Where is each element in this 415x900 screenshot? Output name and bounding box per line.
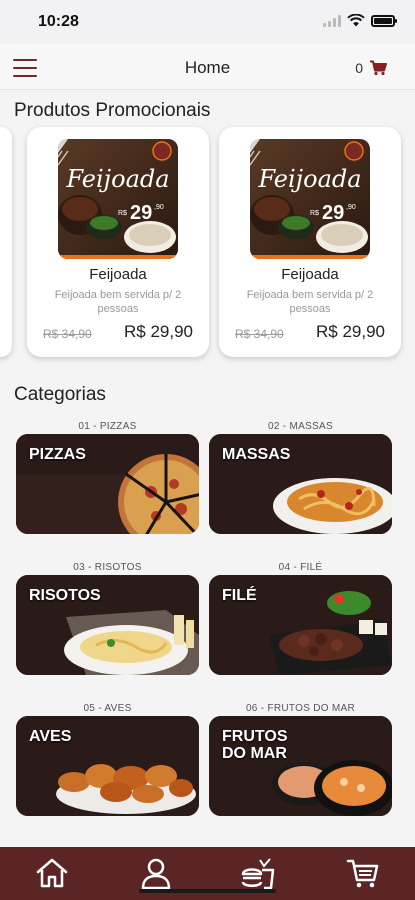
wifi-icon [347, 14, 365, 27]
category-tile: PIZZAS [16, 434, 199, 534]
banner-currency: R$ [118, 210, 127, 217]
promo-card[interactable]: Feijoada R$ 29 ,90 Feijoada Feijoada bem… [219, 127, 401, 357]
promo-image: Feijoada R$ 29 ,90 [58, 139, 178, 259]
category-aves[interactable]: 05 - AVES AVES [16, 703, 199, 816]
category-label: FILÉ [222, 587, 257, 604]
user-icon [141, 858, 171, 890]
banner-title: Feijoada [257, 165, 361, 193]
promo-price: R$ 29,90 [124, 322, 193, 341]
category-risotos[interactable]: 03 - RISOTOS RISOTOS [16, 562, 199, 675]
promo-description: Feijoada bem servida p/ 2 pessoas [54, 289, 182, 315]
category-massas[interactable]: 02 - MASSAS MASSAS [209, 421, 392, 534]
category-label: FRUTOS DO MAR [222, 728, 288, 762]
main-content[interactable]: Produtos Promocionais Feijoada R$ 29 ,90… [0, 90, 415, 847]
header-cart-button[interactable]: 0 [355, 60, 387, 76]
categories-section-title: Categorias [14, 384, 106, 405]
promo-card[interactable]: Feijoada R$ 29 ,90 Feijoada Feijoada bem… [27, 127, 209, 357]
promo-section-title: Produtos Promocionais [14, 100, 211, 121]
promo-description: Feijoada bem servida p/ 2 pessoas [246, 289, 374, 315]
category-label: PIZZAS [29, 446, 86, 463]
banner-title: Feijoada [65, 165, 169, 193]
category-tile: FRUTOS DO MAR [209, 716, 392, 816]
category-label: AVES [29, 728, 72, 745]
nav-profile[interactable] [138, 856, 174, 890]
promo-card-partial[interactable] [0, 127, 12, 357]
category-tile: AVES [16, 716, 199, 816]
signal-icon [323, 14, 341, 27]
category-caption: 04 - FILÉ [278, 562, 323, 573]
cart-icon [346, 859, 379, 888]
promo-image: Feijoada R$ 29 ,90 [250, 139, 370, 259]
category-caption: 05 - AVES [83, 703, 132, 714]
app-bar: Home 0 [0, 44, 415, 90]
category-tile: FILÉ [209, 575, 392, 675]
home-indicator [139, 889, 276, 893]
nav-menu[interactable] [240, 856, 276, 890]
category-label: RISOTOS [29, 587, 101, 604]
promo-old-price: R$ 34,90 [235, 327, 284, 341]
category-frutos-do-mar[interactable]: 06 - FRUTOS DO MAR FRUTOS DO MAR [209, 703, 392, 816]
category-caption: 03 - RISOTOS [73, 562, 142, 573]
banner-price: 29 [130, 202, 152, 224]
category-label: MASSAS [222, 446, 291, 463]
category-pizzas[interactable]: 01 - PIZZAS PIZZAS [16, 421, 199, 534]
burger-icon [241, 858, 275, 890]
nav-cart[interactable] [345, 856, 381, 890]
status-time: 10:28 [38, 13, 79, 30]
category-caption: 01 - PIZZAS [78, 421, 137, 432]
promo-name: Feijoada [281, 266, 339, 283]
category-tile: RISOTOS [16, 575, 199, 675]
page-title: Home [184, 58, 231, 77]
home-icon [36, 858, 68, 888]
category-caption: 02 - MASSAS [268, 421, 333, 432]
banner-price: 29 [322, 202, 344, 224]
category-caption: 06 - FRUTOS DO MAR [245, 703, 356, 714]
battery-icon [371, 14, 397, 27]
cart-count: 0 [355, 60, 363, 76]
banner-cents: ,90 [154, 204, 164, 211]
category-file[interactable]: 04 - FILÉ FILÉ [209, 562, 392, 675]
promo-price: R$ 29,90 [316, 322, 385, 341]
banner-currency: R$ [310, 210, 319, 217]
nav-home[interactable] [34, 856, 70, 890]
status-icons [323, 14, 397, 27]
status-bar: 10:28 [0, 0, 415, 44]
cart-icon [370, 60, 387, 76]
promo-old-price: R$ 34,90 [43, 327, 92, 341]
banner-cents: ,90 [346, 204, 356, 211]
category-tile: MASSAS [209, 434, 392, 534]
promo-name: Feijoada [89, 266, 147, 283]
